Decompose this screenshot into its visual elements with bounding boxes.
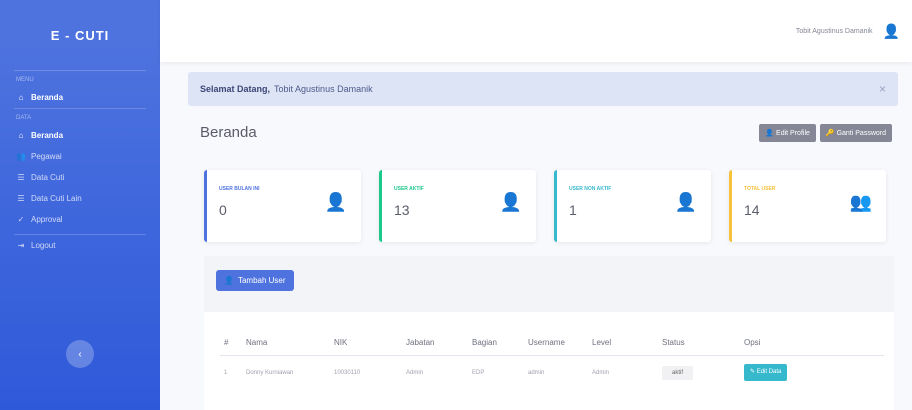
col-header-username[interactable]: Username: [524, 334, 588, 356]
sidebar-item-label: Beranda: [31, 131, 64, 140]
alert-greeting: Selamat Datang,: [200, 84, 271, 94]
sidebar-item-logout[interactable]: ⇥ Logout: [0, 235, 160, 256]
sidebar-item-approval[interactable]: ✓ Approval: [0, 209, 160, 230]
sidebar-item-beranda[interactable]: ⌂ Beranda: [0, 125, 160, 146]
list-icon: ☰: [17, 194, 25, 203]
sidebar-item-label: Beranda: [31, 93, 64, 102]
col-header-jabatan[interactable]: Jabatan: [402, 334, 468, 356]
sidebar-toggle-button[interactable]: ‹: [66, 340, 94, 368]
list-icon: ☰: [17, 173, 25, 182]
sidebar-heading-menu: MENU: [16, 77, 34, 83]
chevron-left-icon: ‹: [78, 348, 82, 360]
user-table: # Nama NIK Jabatan Bagian Username Level…: [220, 334, 884, 389]
cell-jabatan: Admin: [406, 369, 424, 376]
edit-profile-button[interactable]: 👤 Edit Profile: [759, 124, 816, 142]
stat-card-user-bulan-ini: USER BULAN INI 0 👤: [204, 170, 361, 242]
sidebar-item-pegawai[interactable]: 👥 Pegawai: [0, 146, 160, 167]
status-badge[interactable]: aktif: [662, 365, 694, 380]
user-check-icon: 👤: [499, 192, 522, 212]
cell-level: Admin: [592, 369, 610, 376]
user-icon: 👤: [765, 130, 775, 137]
user-name[interactable]: Tobit Agustinus Damanik: [796, 28, 873, 35]
col-header-level[interactable]: Level: [588, 334, 658, 356]
sidebar-heading-data: DATA: [16, 115, 32, 121]
user-plus-icon: 👤: [224, 276, 234, 285]
user-times-icon: 👤: [674, 192, 697, 212]
stat-card-user-non-aktif: USER NON AKTIF 1 👤: [554, 170, 711, 242]
stat-cards: USER BULAN INI 0 👤 USER AKTIF 13 👤 USER …: [204, 170, 886, 242]
add-user-label: Tambah User: [237, 276, 286, 285]
home-icon: ⌂: [18, 93, 24, 102]
cell-username: admin: [528, 369, 545, 376]
sidebar-item-label: Data Cuti: [31, 173, 65, 182]
table-row: 1 Donny Kurniawan 10030110 Admin EDP adm…: [220, 356, 884, 390]
sidebar-item-label: Pegawai: [31, 152, 62, 161]
col-header-nik[interactable]: NIK: [330, 334, 402, 356]
sidebar-item-label: Logout: [31, 241, 56, 250]
cell-opsi: ✎ Edit Data: [740, 356, 884, 390]
sidebar-item-data-cuti-lain[interactable]: ☰ Data Cuti Lain: [0, 188, 160, 209]
table-header-row: # Nama NIK Jabatan Bagian Username Level…: [220, 334, 884, 356]
logout-icon: ⇥: [17, 241, 25, 250]
check-icon: ✓: [17, 215, 25, 224]
home-icon: ⌂: [18, 131, 24, 140]
welcome-alert: Selamat Datang, Tobit Agustinus Damanik …: [188, 72, 898, 106]
user-table-panel: 👤 Tambah User # Nama NIK Jabatan Bagian …: [204, 256, 894, 410]
col-header-no[interactable]: #: [220, 334, 242, 356]
key-icon: 🔑: [825, 130, 835, 137]
panel-header: 👤 Tambah User: [204, 256, 894, 312]
sidebar-item-data-cuti[interactable]: ☰ Data Cuti: [0, 167, 160, 188]
alert-user-name: Tobit Agustinus Damanik: [274, 84, 373, 94]
users-icon: 👥: [849, 192, 872, 212]
brand-title[interactable]: E - CUTI: [0, 0, 160, 70]
stat-card-total-user: TOTAL USER 14 👥: [729, 170, 886, 242]
sidebar-item-label: Approval: [31, 215, 63, 224]
topbar: Tobit Agustinus Damanik 👤: [160, 0, 912, 62]
change-password-label: Ganti Password: [836, 130, 886, 137]
cell-no: 1: [224, 369, 228, 376]
col-header-nama[interactable]: Nama: [242, 334, 330, 356]
add-user-button[interactable]: 👤 Tambah User: [216, 270, 294, 291]
sidebar-item-label: Data Cuti Lain: [31, 194, 82, 203]
edit-icon: ✎: [750, 369, 756, 375]
user-plus-icon: 👤: [324, 192, 347, 212]
sidebar: E - CUTI MENU ⌂ Beranda DATA ⌂ Beranda 👥…: [0, 0, 160, 410]
col-header-bagian[interactable]: Bagian: [468, 334, 524, 356]
sidebar-item-beranda-top[interactable]: ⌂ Beranda: [0, 87, 160, 108]
stat-card-user-aktif: USER AKTIF 13 👤: [379, 170, 536, 242]
edit-profile-label: Edit Profile: [776, 130, 810, 137]
cell-nama: Donny Kurniawan: [246, 369, 294, 376]
header-actions: 👤 Edit Profile 🔑 Ganti Password: [759, 124, 892, 142]
cell-status: aktif: [658, 356, 740, 390]
edit-data-button[interactable]: ✎ Edit Data: [744, 364, 788, 381]
col-header-status[interactable]: Status: [658, 334, 740, 356]
page-title: Beranda: [200, 124, 257, 141]
user-avatar-icon[interactable]: 👤: [883, 23, 900, 40]
users-icon: 👥: [16, 152, 26, 161]
cell-nik: 10030110: [334, 369, 361, 376]
change-password-button[interactable]: 🔑 Ganti Password: [819, 124, 892, 142]
close-icon[interactable]: ×: [879, 82, 886, 96]
cell-bagian: EDP: [472, 369, 485, 376]
edit-data-label: Edit Data: [756, 369, 782, 375]
col-header-opsi[interactable]: Opsi: [740, 334, 884, 356]
